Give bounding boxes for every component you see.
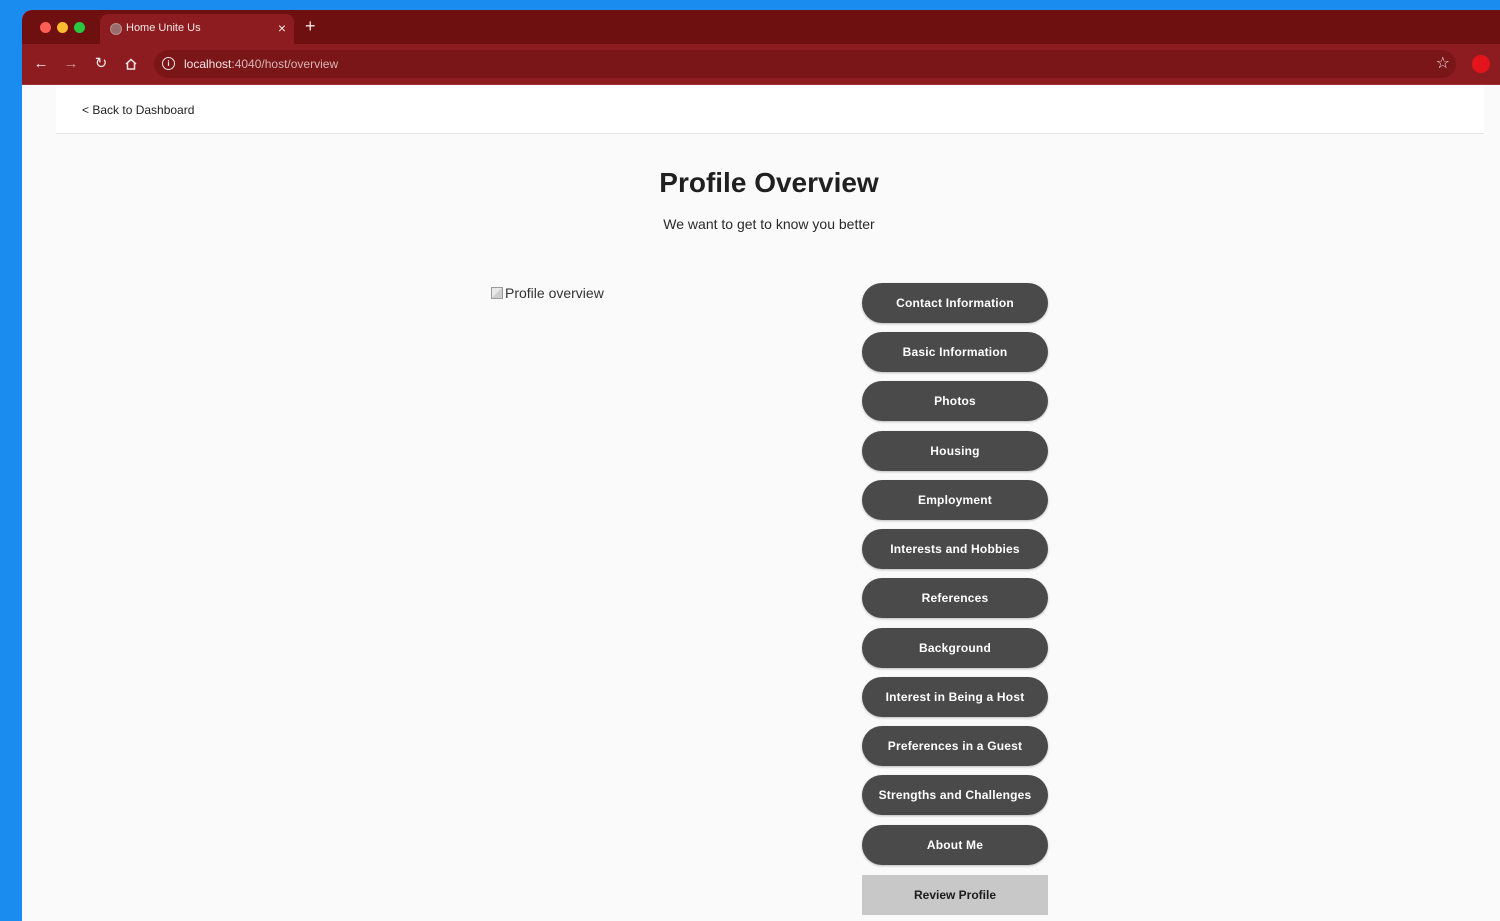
reload-icon[interactable]: ↻: [91, 54, 111, 74]
back-arrow-icon[interactable]: ←: [31, 54, 51, 74]
back-to-dashboard-link[interactable]: < Back to Dashboard: [82, 103, 194, 117]
site-info-icon[interactable]: i: [162, 57, 175, 70]
photos-button[interactable]: Photos: [862, 381, 1048, 421]
new-tab-icon[interactable]: +: [305, 15, 316, 37]
interests-and-hobbies-button[interactable]: Interests and Hobbies: [862, 529, 1048, 569]
background-button[interactable]: Background: [862, 628, 1048, 668]
preferences-in-a-guest-button[interactable]: Preferences in a Guest: [862, 726, 1048, 766]
top-nav-bar: < Back to Dashboard: [56, 85, 1484, 134]
maximize-window-icon[interactable]: [74, 22, 85, 33]
tab-title: Home Unite Us: [126, 22, 201, 34]
references-button[interactable]: References: [862, 578, 1048, 618]
globe-icon: [110, 23, 122, 35]
contact-information-button[interactable]: Contact Information: [862, 283, 1048, 323]
home-icon[interactable]: [121, 54, 141, 74]
browser-tab[interactable]: Home Unite Us ×: [100, 14, 294, 44]
broken-image-icon: [491, 287, 503, 299]
basic-information-button[interactable]: Basic Information: [862, 332, 1048, 372]
address-bar[interactable]: i localhost:4040/host/overview ☆: [154, 50, 1456, 78]
profile-avatar[interactable]: [1472, 55, 1490, 73]
review-profile-button[interactable]: Review Profile: [862, 875, 1048, 915]
profile-overview-image: Profile overview: [491, 285, 604, 301]
interest-in-being-a-host-button[interactable]: Interest in Being a Host: [862, 677, 1048, 717]
url-text: localhost:4040/host/overview: [184, 57, 339, 71]
minimize-window-icon[interactable]: [57, 22, 68, 33]
browser-window: Home Unite Us × + ← → ↻ i localhost:4040…: [22, 10, 1500, 921]
close-tab-icon[interactable]: ×: [278, 20, 286, 36]
bookmark-star-icon[interactable]: ☆: [1436, 54, 1450, 74]
browser-toolbar: ← → ↻ i localhost:4040/host/overview ☆: [22, 44, 1500, 85]
tab-strip: Home Unite Us × +: [22, 10, 1500, 44]
page-title: Profile Overview: [659, 167, 879, 198]
employment-button[interactable]: Employment: [862, 480, 1048, 520]
page-subtitle: We want to get to know you better: [663, 216, 875, 232]
close-window-icon[interactable]: [40, 22, 51, 33]
housing-button[interactable]: Housing: [862, 431, 1048, 471]
page-content: < Back to Dashboard Profile Overview We …: [22, 85, 1500, 921]
about-me-button[interactable]: About Me: [862, 825, 1048, 865]
forward-arrow-icon[interactable]: →: [61, 54, 81, 74]
strengths-and-challenges-button[interactable]: Strengths and Challenges: [862, 775, 1048, 815]
